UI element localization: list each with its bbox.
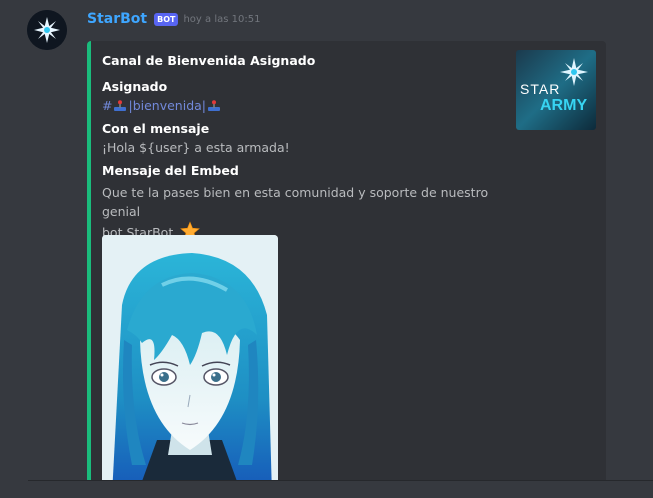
username[interactable]: StarBot (87, 11, 147, 27)
anime-character-image (102, 235, 278, 480)
message-header: StarBot BOT hoy a las 10:51 (87, 11, 260, 27)
channel-hash: # (102, 98, 113, 113)
logo-army-text: ARMY (540, 97, 587, 114)
field-value-line-1: Que te la pases bien en esta comunidad y… (102, 185, 489, 219)
star-army-logo: STAR ARMY (516, 50, 596, 130)
embed-title: Canal de Bienvenida Asignado (102, 53, 316, 68)
field-value-asignado: # |bienvenida| (102, 96, 502, 115)
field-name-con-el-mensaje: Con el mensaje (102, 121, 210, 136)
chat-message: StarBot BOT hoy a las 10:51 Canal de Bie… (0, 0, 653, 498)
embed-image[interactable] (102, 235, 278, 480)
bot-badge: BOT (154, 12, 179, 26)
embed-thumbnail[interactable]: STAR ARMY (516, 50, 596, 130)
bot-avatar[interactable] (27, 10, 67, 50)
joystick-icon (208, 99, 221, 111)
embed-body: Canal de Bienvenida Asignado Asignado # … (102, 51, 502, 242)
logo-star-text: STAR (520, 81, 560, 97)
field-value-con-el-mensaje: ¡Hola ${user} a esta armada! (102, 140, 290, 155)
timestamp[interactable]: hoy a las 10:51 (183, 14, 260, 25)
star-logo-icon (27, 10, 67, 50)
channel-mention[interactable]: # |bienvenida| (102, 96, 221, 115)
joystick-icon (114, 99, 127, 111)
message-embed: Canal de Bienvenida Asignado Asignado # … (87, 41, 606, 480)
field-name-asignado: Asignado (102, 79, 168, 94)
channel-name: |bienvenida| (128, 98, 207, 113)
divider (28, 480, 653, 481)
field-name-mensaje-del-embed: Mensaje del Embed (102, 163, 239, 178)
